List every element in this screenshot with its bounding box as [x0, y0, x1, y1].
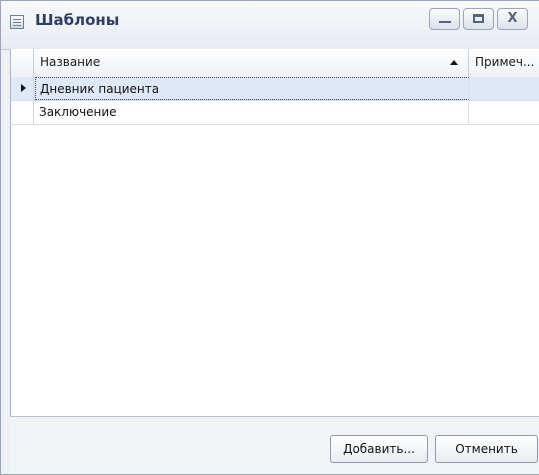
template-name-cell[interactable]: Заключение — [35, 101, 469, 124]
sort-ascending-icon[interactable] — [450, 60, 458, 65]
add-button[interactable]: Добавить... — [330, 435, 428, 463]
dialog-footer: Добавить... Отменить — [10, 416, 539, 474]
table-row[interactable]: Дневник пациента — [11, 77, 539, 101]
minimize-icon — [439, 21, 451, 23]
grid-header-row: Название Примеч... — [11, 49, 539, 78]
minimize-button[interactable] — [429, 8, 460, 30]
template-note-cell[interactable] — [470, 77, 539, 100]
close-button[interactable]: X — [497, 8, 528, 30]
maximize-button[interactable] — [463, 8, 494, 30]
form-icon — [10, 15, 24, 29]
window-title: Шаблоны — [35, 11, 120, 29]
template-note-cell[interactable] — [470, 101, 539, 124]
column-header-name-label: Название — [40, 55, 101, 69]
row-indicator[interactable] — [11, 101, 34, 124]
templates-window: Шаблоны X Название Примеч... Дневник пац… — [0, 0, 539, 475]
row-indicator-header — [11, 49, 34, 77]
table-row[interactable]: Заключение — [11, 101, 539, 125]
maximize-icon — [473, 14, 484, 23]
current-row-icon — [21, 84, 26, 92]
title-bar[interactable]: Шаблоны X — [1, 1, 539, 50]
row-indicator[interactable] — [11, 77, 34, 100]
template-name-cell[interactable]: Дневник пациента — [35, 77, 469, 100]
cancel-button[interactable]: Отменить — [435, 435, 538, 463]
column-header-name[interactable]: Название — [35, 49, 469, 77]
column-header-note[interactable]: Примеч... — [470, 49, 539, 77]
templates-grid[interactable]: Название Примеч... Дневник пациента Закл… — [10, 49, 539, 416]
